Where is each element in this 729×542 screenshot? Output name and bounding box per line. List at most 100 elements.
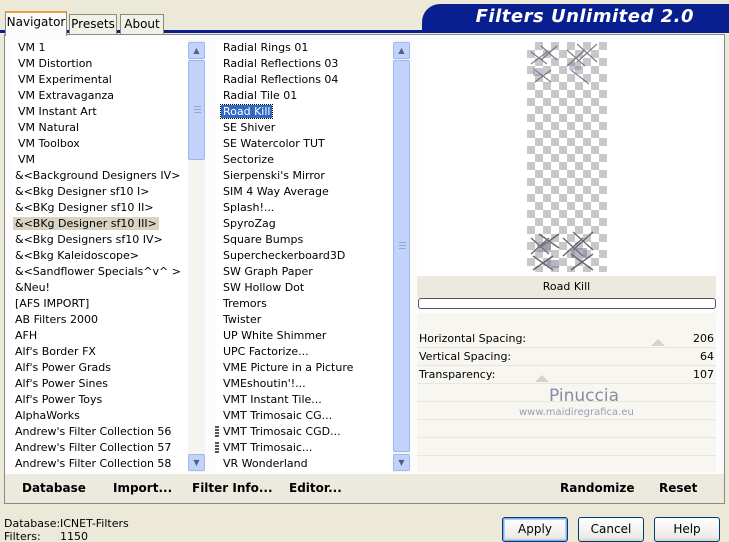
filter-info-button[interactable]: Filter Info... <box>192 481 273 495</box>
filter-item[interactable]: Tremors <box>215 296 392 312</box>
category-item[interactable]: Andrew's Filter Collection 56 <box>13 424 188 440</box>
category-item[interactable]: VM 1 <box>13 40 188 56</box>
category-label: AFH <box>15 329 38 342</box>
filter-item[interactable]: VR Wonderland <box>215 456 392 472</box>
category-item[interactable]: AB Filters 2000 <box>13 312 188 328</box>
tab-navigator[interactable]: Navigator <box>5 11 67 36</box>
filter-item[interactable]: Radial Tile 01 <box>215 88 392 104</box>
category-item[interactable]: &<Bkg Kaleidoscope> <box>13 248 188 264</box>
category-item[interactable]: VM <box>13 152 188 168</box>
import-button[interactable]: Import... <box>113 481 172 495</box>
tab-about[interactable]: About <box>120 14 164 35</box>
filter-item[interactable]: Sierpenski's Mirror <box>215 168 392 184</box>
database-status-label: Database: <box>4 517 61 530</box>
filter-label: Road Kill <box>219 104 274 119</box>
filter-label: SE Watercolor TUT <box>223 137 325 150</box>
filter-item[interactable]: VME Picture in a Picture <box>215 360 392 376</box>
category-item[interactable]: Andrew's Filter Collection 58 <box>13 456 188 472</box>
category-item[interactable]: &<BKg Designer sf10 III> <box>13 216 188 232</box>
filter-item[interactable]: SW Graph Paper <box>215 264 392 280</box>
category-scrollbar[interactable]: ▲ ▼ <box>188 40 205 472</box>
category-item[interactable]: AlphaWorks <box>13 408 188 424</box>
category-item[interactable]: VM Natural <box>13 120 188 136</box>
category-label: &<Bkg Designers sf10 IV> <box>15 233 163 246</box>
filter-list[interactable]: Radial Rings 01 Radial Reflections 03 Radi… <box>215 40 392 472</box>
category-item[interactable]: &<Bkg Designers sf10 IV> <box>13 232 188 248</box>
category-item[interactable]: VM Instant Art <box>13 104 188 120</box>
param-vertical-spacing[interactable]: Vertical Spacing: 64 <box>417 348 716 366</box>
database-button[interactable]: Database <box>22 481 86 495</box>
filter-item[interactable]: VMT Trimosaic... <box>215 440 392 456</box>
filter-item[interactable]: Square Bumps <box>215 232 392 248</box>
filter-item[interactable]: Radial Reflections 03 <box>215 56 392 72</box>
filter-item[interactable]: Sectorize <box>215 152 392 168</box>
apply-button[interactable]: Apply <box>502 517 568 542</box>
filter-item[interactable]: Radial Rings 01 <box>215 40 392 56</box>
category-label: VM Experimental <box>18 73 112 86</box>
category-item[interactable]: Alf's Power Sines <box>13 376 188 392</box>
category-label: Andrew's Filter Collection 58 <box>15 457 172 470</box>
category-item[interactable]: Andrew's Filter Collection 57 <box>13 440 188 456</box>
category-item[interactable]: &<BKg Designer sf10 II> <box>13 200 188 216</box>
category-item[interactable]: VM Experimental <box>13 72 188 88</box>
filter-item[interactable]: Twister <box>215 312 392 328</box>
filter-item[interactable]: SIM 4 Way Average <box>215 184 392 200</box>
filter-item[interactable]: Radial Reflections 04 <box>215 72 392 88</box>
category-item[interactable]: &<Sandflower Specials^v^ > <box>13 264 188 280</box>
scroll-down-icon[interactable]: ▼ <box>393 454 410 471</box>
editor-button[interactable]: Editor... <box>289 481 342 495</box>
database-status-value: ICNET-Filters <box>60 517 129 530</box>
filter-label: VR Wonderland <box>223 457 308 470</box>
filter-item[interactable]: VMT Trimosaic CGD... <box>215 424 392 440</box>
scroll-down-icon[interactable]: ▼ <box>188 454 205 471</box>
filter-marker-icon <box>215 442 219 454</box>
help-button[interactable]: Help <box>654 517 720 542</box>
category-item[interactable]: VM Distortion <box>13 56 188 72</box>
filter-item[interactable]: UP White Shimmer <box>215 328 392 344</box>
reset-button[interactable]: Reset <box>659 481 697 495</box>
category-item[interactable]: VM Extravaganza <box>13 88 188 104</box>
randomize-button[interactable]: Randomize <box>560 481 634 495</box>
param-label: Transparency: <box>419 368 496 381</box>
filter-item[interactable]: Road Kill <box>215 104 392 120</box>
scroll-up-icon[interactable]: ▲ <box>393 42 410 59</box>
category-item[interactable]: VM Toolbox <box>13 136 188 152</box>
category-list[interactable]: VM 1 VM Distortion VM Experimental VM Extra… <box>13 40 188 472</box>
filter-item[interactable]: Supercheckerboard3D <box>215 248 392 264</box>
category-item[interactable]: Alf's Border FX <box>13 344 188 360</box>
category-item[interactable]: AFH <box>13 328 188 344</box>
filter-item[interactable]: SE Shiver <box>215 120 392 136</box>
category-item[interactable]: Alf's Power Grads <box>13 360 188 376</box>
scroll-up-icon[interactable]: ▲ <box>188 42 205 59</box>
param-transparency[interactable]: Transparency: 107 <box>417 366 716 384</box>
category-item[interactable]: [AFS IMPORT] <box>13 296 188 312</box>
category-label: VM Natural <box>18 121 80 134</box>
filter-item[interactable]: VMT Instant Tile... <box>215 392 392 408</box>
category-item[interactable]: &<Bkg Designer sf10 I> <box>13 184 188 200</box>
scroll-thumb[interactable] <box>393 60 410 452</box>
filter-item[interactable]: SpyroZag <box>215 216 392 232</box>
category-item[interactable]: &<Background Designers IV> <box>13 168 188 184</box>
filter-item[interactable]: VMT Trimosaic CG... <box>215 408 392 424</box>
filter-label: Sectorize <box>223 153 274 166</box>
cancel-button[interactable]: Cancel <box>578 517 644 542</box>
filter-item[interactable]: UPC Factorize... <box>215 344 392 360</box>
category-label: VM Distortion <box>18 57 93 70</box>
filter-item[interactable]: VMEshoutin'!... <box>215 376 392 392</box>
filter-label: UPC Factorize... <box>223 345 309 358</box>
filter-item[interactable]: Splash!... <box>215 200 392 216</box>
category-label: VM <box>18 153 36 166</box>
scroll-thumb[interactable] <box>188 60 205 160</box>
category-item[interactable]: &Neu! <box>13 280 188 296</box>
param-horizontal-spacing[interactable]: Horizontal Spacing: 206 <box>417 330 716 348</box>
category-label: &<Bkg Designer sf10 I> <box>15 185 150 198</box>
tab-presets[interactable]: Presets <box>69 14 117 35</box>
category-item[interactable]: Alf's Power Toys <box>13 392 188 408</box>
category-label: Alf's Power Toys <box>15 393 103 406</box>
filter-item[interactable]: SE Watercolor TUT <box>215 136 392 152</box>
category-label: VM Toolbox <box>18 137 80 150</box>
category-label: &Neu! <box>15 281 50 294</box>
watermark-url: www.maidiregrafica.eu <box>519 407 634 418</box>
filter-item[interactable]: SW Hollow Dot <box>215 280 392 296</box>
filter-scrollbar[interactable]: ▲ ▼ <box>393 40 410 472</box>
